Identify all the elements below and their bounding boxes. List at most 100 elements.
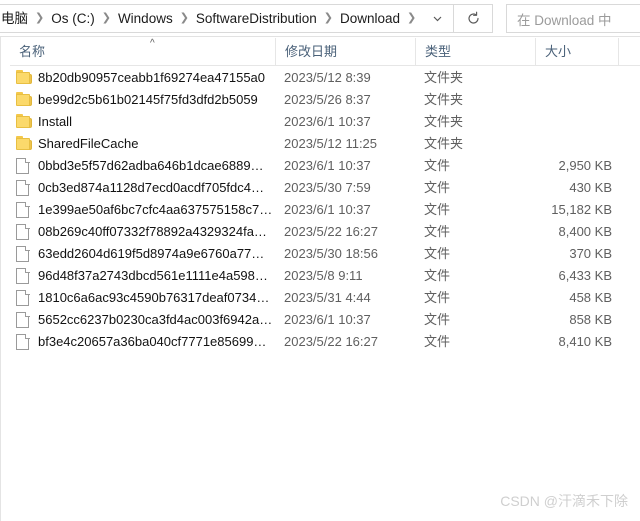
table-row[interactable]: 08b269c40ff07332f78892a4329324fa… 2023/5/… [0, 221, 640, 243]
folder-icon [16, 70, 33, 86]
search-input[interactable]: 在 Download 中 [507, 9, 612, 29]
column-header-name[interactable]: 名称 ^ [10, 38, 275, 65]
breadcrumb-separator: ❯ [35, 12, 45, 24]
breadcrumb-separator: ❯ [101, 12, 111, 24]
cell-date: 2023/5/30 18:56 [284, 246, 378, 261]
cell-size: 8,410 KB [558, 334, 613, 349]
cell-date: 2023/5/30 7:59 [284, 180, 371, 195]
cell-type: 文件夹 [424, 70, 464, 85]
breadcrumb-separator: ❯ [407, 12, 417, 24]
column-header-date-modified[interactable]: 修改日期 [275, 38, 415, 65]
column-header-row: 名称 ^ 修改日期 类型 大小 [10, 38, 640, 66]
cell-name: 08b269c40ff07332f78892a4329324fa… [38, 224, 267, 239]
column-header-size[interactable]: 大小 [535, 38, 618, 65]
cell-type: 文件 [424, 202, 451, 217]
breadcrumb[interactable]: 电脑 ❯ Os (C:) ❯ Windows ❯ SoftwareDistrib… [0, 4, 493, 33]
cell-size: 430 KB [569, 180, 612, 195]
table-row[interactable]: SharedFileCache 2023/5/12 11:25 文件夹 [0, 133, 640, 155]
cell-name: 96d48f37a2743dbcd561e1111e4a598… [38, 268, 268, 283]
cell-date: 2023/6/1 10:37 [284, 158, 371, 173]
cell-name: bf3e4c20657a36ba040cf7771e85699… [38, 334, 267, 349]
cell-name: 0bbd3e5f57d62adba646b1dcae6889… [38, 158, 264, 173]
cell-name: 8b20db90957ceabb1f69274ea47155a0 [38, 70, 266, 85]
sort-ascending-icon: ^ [150, 38, 155, 49]
file-icon [16, 334, 33, 350]
file-icon [16, 290, 33, 306]
table-row[interactable]: 96d48f37a2743dbcd561e1111e4a598… 2023/5/8… [0, 265, 640, 287]
file-icon [16, 312, 33, 328]
table-row[interactable]: 8b20db90957ceabb1f69274ea47155a0 2023/5/1… [0, 67, 640, 89]
breadcrumb-item-4[interactable]: Download [337, 5, 403, 32]
cell-type: 文件 [424, 290, 451, 305]
cell-name: 5652cc6237b0230ca3fd4ac003f6942a… [38, 312, 273, 327]
cell-name: Install [38, 114, 72, 129]
cell-date: 2023/6/1 10:37 [284, 114, 371, 129]
cell-type: 文件 [424, 268, 451, 283]
cell-name: be99d2c5b61b02145f75fd3dfd2b5059 [38, 92, 258, 107]
file-icon [16, 158, 33, 174]
column-header-type[interactable]: 类型 [415, 38, 535, 65]
cell-name: 63edd2604d619f5d8974a9e6760a77… [38, 246, 265, 261]
breadcrumb-item-1[interactable]: Os (C:) [48, 5, 98, 32]
table-row[interactable]: be99d2c5b61b02145f75fd3dfd2b5059 2023/5/2… [0, 89, 640, 111]
cell-type: 文件 [424, 224, 451, 239]
cell-type: 文件夹 [424, 136, 464, 151]
table-row[interactable]: 5652cc6237b0230ca3fd4ac003f6942a… 2023/6/… [0, 309, 640, 331]
cell-type: 文件 [424, 246, 451, 261]
file-icon [16, 202, 33, 218]
cell-type: 文件夹 [424, 114, 464, 129]
column-header-name-label: 名称 [19, 44, 46, 59]
cell-date: 2023/5/8 9:11 [284, 268, 363, 283]
cell-date: 2023/5/12 11:25 [284, 136, 378, 151]
breadcrumb-separator: ❯ [179, 12, 189, 24]
cell-size: 8,400 KB [558, 224, 613, 239]
cell-name: 0cb3ed874a1128d7ecd0acdf705fdc4… [38, 180, 265, 195]
cell-date: 2023/5/31 4:44 [284, 290, 371, 305]
table-row[interactable]: bf3e4c20657a36ba040cf7771e85699… 2023/5/2… [0, 331, 640, 353]
cell-type: 文件夹 [424, 92, 464, 107]
cell-size: 6,433 KB [558, 268, 613, 283]
cell-type: 文件 [424, 180, 451, 195]
file-list[interactable]: 8b20db90957ceabb1f69274ea47155a0 2023/5/1… [0, 67, 640, 521]
table-row[interactable]: 1e399ae50af6bc7cfc4aa637575158c7… 2023/6/… [0, 199, 640, 221]
cell-size: 15,182 KB [551, 202, 612, 217]
cell-date: 2023/5/12 8:39 [284, 70, 371, 85]
cell-date: 2023/6/1 10:37 [284, 202, 371, 217]
column-header-date-modified-label: 修改日期 [285, 44, 338, 59]
column-header-size-label: 大小 [545, 44, 572, 59]
cell-name: 1810c6a6ac93c4590b76317deaf0734… [38, 290, 270, 305]
column-header-spacer [618, 38, 640, 65]
table-row[interactable]: 0cb3ed874a1128d7ecd0acdf705fdc4… 2023/5/3… [0, 177, 640, 199]
cell-type: 文件 [424, 312, 451, 327]
table-row[interactable]: 0bbd3e5f57d62adba646b1dcae6889… 2023/6/1 … [0, 155, 640, 177]
folder-icon [16, 136, 33, 152]
refresh-icon [467, 11, 479, 24]
file-icon [16, 180, 33, 196]
breadcrumb-item-3[interactable]: SoftwareDistribution [193, 5, 320, 32]
cell-size: 370 KB [569, 246, 612, 261]
breadcrumb-item-0[interactable]: 电脑 [0, 5, 31, 32]
watermark: CSDN @汗滴禾下除 [500, 493, 628, 509]
cell-size: 458 KB [569, 290, 612, 305]
search-box[interactable]: 在 Download 中 [506, 4, 640, 33]
refresh-button[interactable] [453, 5, 492, 32]
cell-type: 文件 [424, 334, 451, 349]
cell-name: SharedFileCache [38, 136, 139, 151]
table-row[interactable]: Install 2023/6/1 10:37 文件夹 [0, 111, 640, 133]
folder-icon [16, 114, 33, 130]
file-icon [16, 246, 33, 262]
cell-name: 1e399ae50af6bc7cfc4aa637575158c7… [38, 202, 273, 217]
file-icon [16, 268, 33, 284]
column-header-type-label: 类型 [425, 44, 452, 59]
chevron-down-icon [433, 16, 441, 22]
table-row[interactable]: 63edd2604d619f5d8974a9e6760a77… 2023/5/30… [0, 243, 640, 265]
cell-date: 2023/5/22 16:27 [284, 224, 378, 239]
breadcrumb-item-2[interactable]: Windows [115, 5, 176, 32]
breadcrumb-dropdown-button[interactable] [422, 5, 452, 32]
address-bar: 电脑 ❯ Os (C:) ❯ Windows ❯ SoftwareDistrib… [0, 0, 640, 37]
cell-date: 2023/5/22 16:27 [284, 334, 378, 349]
cell-type: 文件 [424, 158, 451, 173]
cell-size: 858 KB [569, 312, 612, 327]
cell-date: 2023/5/26 8:37 [284, 92, 371, 107]
table-row[interactable]: 1810c6a6ac93c4590b76317deaf0734… 2023/5/3… [0, 287, 640, 309]
